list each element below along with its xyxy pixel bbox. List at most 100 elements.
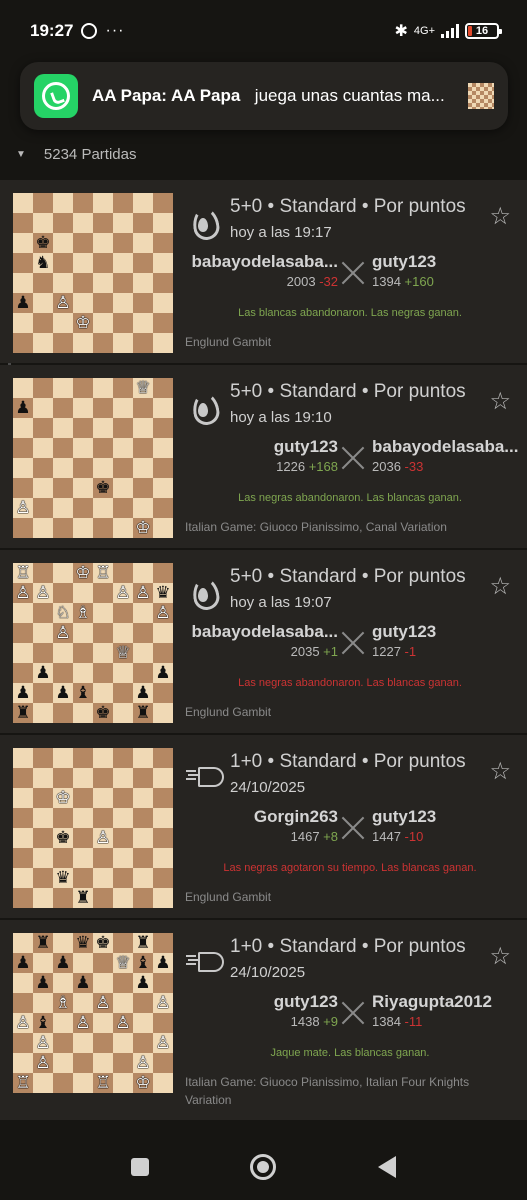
chess-piece: ♞ xyxy=(35,253,51,273)
bookmark-star-icon[interactable]: ☆ xyxy=(489,572,511,601)
board-thumbnail[interactable]: ♔ ♚ ♙ ♛ ♜ xyxy=(13,748,173,908)
games-count-toggle[interactable]: ▼ 5234 Partidas xyxy=(16,142,136,166)
chess-piece: ♙ xyxy=(15,1013,31,1033)
rating-diff: +8 xyxy=(323,829,338,844)
chess-piece: ♔ xyxy=(55,788,71,808)
player-name[interactable]: guty123 xyxy=(372,252,436,272)
recents-button[interactable] xyxy=(130,1158,149,1176)
chess-piece: ♙ xyxy=(115,583,131,603)
chess-piece: ♖ xyxy=(95,1073,111,1093)
game-date: 24/10/2025 xyxy=(230,964,306,981)
player-rating: 1226 xyxy=(276,459,306,474)
chess-piece: ♝ xyxy=(135,953,151,973)
board-thumbnail[interactable]: ♚ ♞ ♟ ♙ ♔ xyxy=(13,193,173,353)
chess-piece: ♜ xyxy=(15,703,31,723)
chess-piece: ♘ xyxy=(55,603,71,623)
black-player[interactable]: babayodelasaba... 2036 -33 xyxy=(372,437,518,474)
games-count: 5234 Partidas xyxy=(43,145,137,163)
chess-piece: ♙ xyxy=(135,1053,151,1073)
chess-piece: ♙ xyxy=(55,623,71,643)
black-player[interactable]: guty123 1394 +160 xyxy=(372,252,436,289)
chess-piece: ♚ xyxy=(95,478,111,498)
system-nav-bar xyxy=(0,1134,527,1200)
player-name[interactable]: guty123 xyxy=(274,437,338,457)
chess-piece: ♔ xyxy=(135,1073,151,1093)
chess-piece: ♛ xyxy=(155,583,171,603)
player-name[interactable]: Gorgin263 xyxy=(254,807,338,827)
player-rating: 2003 xyxy=(286,274,316,289)
bookmark-star-icon[interactable]: ☆ xyxy=(489,942,511,971)
whatsapp-notification[interactable]: AA Papa: AA Papa juega unas cuantas ma..… xyxy=(20,62,508,130)
player-name[interactable]: guty123 xyxy=(372,807,436,827)
board-thumbnail[interactable]: ♕ ♟ ♚ ♙ ♔ xyxy=(13,378,173,538)
chess-avatar-icon xyxy=(468,83,494,109)
rating-diff: -10 xyxy=(404,829,424,844)
white-player[interactable]: Gorgin263 1467 +8 xyxy=(254,807,338,844)
chess-piece: ♔ xyxy=(75,563,91,583)
board-thumbnail[interactable]: ♖ ♔ ♖ ♙ ♙ ♙ ♙ ♛ ♘ ♗ ♙ ♙ ♕ ♟ ♟ ♟ ♟ ♝ ♟ ♜ ♚ ♜ xyxy=(13,563,173,723)
player-rating: 1394 xyxy=(372,274,401,289)
game-card[interactable]: ♔ ♚ ♙ ♛ ♜ 1+0 • Standard • Por puntos 24/10/20… xyxy=(0,735,527,918)
bookmark-star-icon[interactable]: ☆ xyxy=(489,387,511,416)
white-player[interactable]: guty123 1438 +9 xyxy=(274,992,338,1029)
rating-diff: +1 xyxy=(323,644,338,659)
status-bar: 19:27 ··· ✱ 4G+ 16 xyxy=(0,0,527,62)
game-date: hoy a las 19:17 xyxy=(230,224,332,241)
bluetooth-icon: ✱ xyxy=(394,23,408,40)
game-card[interactable]: ♖ ♔ ♖ ♙ ♙ ♙ ♙ ♛ ♘ ♗ ♙ ♙ ♕ ♟ ♟ ♟ ♟ ♝ ♟ ♜ ♚ ♜ 5+0 • Standard • P… xyxy=(0,550,527,733)
opening-name: Englund Gambit xyxy=(185,890,272,904)
chess-piece: ♙ xyxy=(35,1033,51,1053)
notification-sender: AA Papa: xyxy=(92,86,167,105)
player-name[interactable]: babayodelasaba... xyxy=(192,622,338,642)
player-name[interactable]: babayodelasaba... xyxy=(372,437,518,457)
home-button[interactable] xyxy=(250,1154,277,1180)
chess-piece: ♟ xyxy=(155,953,171,973)
player-rating: 1384 xyxy=(372,1014,401,1029)
game-result: Las blancas abandonaron. Las negras gana… xyxy=(238,307,462,319)
game-result: Las negras agotaron su tiempo. Las blanc… xyxy=(223,862,477,874)
player-name[interactable]: guty123 xyxy=(372,622,436,642)
chess-piece: ♚ xyxy=(95,933,111,953)
notification-body: juega unas cuantas ma... xyxy=(254,86,445,105)
opening-name: Englund Gambit xyxy=(185,705,272,719)
rating-diff: -1 xyxy=(404,644,417,659)
bullet-icon xyxy=(185,757,224,793)
chess-piece: ♙ xyxy=(115,1013,131,1033)
chess-piece: ♚ xyxy=(55,828,71,848)
chess-piece: ♙ xyxy=(15,498,31,518)
chess-piece: ♟ xyxy=(135,973,151,993)
white-player[interactable]: babayodelasaba... 2003 -32 xyxy=(192,252,338,289)
chess-piece: ♜ xyxy=(135,703,151,723)
bookmark-star-icon[interactable]: ☆ xyxy=(489,757,511,786)
player-name[interactable]: Riyagupta2012 xyxy=(372,992,492,1012)
rating-diff: -11 xyxy=(404,1014,423,1029)
chess-piece: ♟ xyxy=(15,293,31,313)
notification-text: AA Papa: AA Papa juega unas cuantas ma..… xyxy=(92,86,460,106)
players-row: babayodelasaba... 2035 +1 guty123 1227 -1 xyxy=(180,622,520,666)
white-player[interactable]: guty123 1226 +168 xyxy=(274,437,338,474)
game-card[interactable]: ♕ ♟ ♚ ♙ ♔ 5+0 • Standard • Por puntos hoy a la… xyxy=(0,365,527,548)
chess-piece: ♟ xyxy=(35,663,51,683)
game-card[interactable]: ♚ ♞ ♟ ♙ ♔ 5+0 • Standard • Por puntos hoy a la… xyxy=(0,180,527,363)
player-name[interactable]: babayodelasaba... xyxy=(192,252,338,272)
chess-piece: ♙ xyxy=(15,583,31,603)
white-player[interactable]: babayodelasaba... 2035 +1 xyxy=(192,622,338,659)
back-button[interactable] xyxy=(378,1156,397,1178)
player-name[interactable]: guty123 xyxy=(274,992,338,1012)
game-card[interactable]: ♜ ♛ ♚ ♜ ♟ ♟ ♕ ♝ ♟ ♟ ♟ ♟ ♗ ♙ ♙ ♙ ♝ ♙ ♙ ♙ ♙ ♙ ♙ ♖ ♖ ♔ 1+0 • Standard… xyxy=(0,920,527,1120)
chess-piece: ♕ xyxy=(135,378,151,398)
bookmark-star-icon[interactable]: ☆ xyxy=(489,202,511,231)
chess-piece: ♟ xyxy=(15,683,31,703)
black-player[interactable]: Riyagupta2012 1384 -11 xyxy=(372,992,492,1029)
player-rating: 1467 xyxy=(290,829,320,844)
board-thumbnail[interactable]: ♜ ♛ ♚ ♜ ♟ ♟ ♕ ♝ ♟ ♟ ♟ ♟ ♗ ♙ ♙ ♙ ♝ ♙ ♙ ♙ ♙ ♙ ♙ ♖ ♖ ♔ xyxy=(13,933,173,1093)
games-list: ♚ ♞ ♟ ♙ ♔ 5+0 • Standard • Por puntos hoy a la… xyxy=(0,180,527,1122)
game-date: hoy a las 19:10 xyxy=(230,409,332,426)
black-player[interactable]: guty123 1227 -1 xyxy=(372,622,436,659)
more-notifications-icon: ··· xyxy=(105,22,125,39)
battery-icon: 16 xyxy=(465,23,502,39)
crossed-swords-icon xyxy=(340,445,366,471)
chess-piece: ♙ xyxy=(95,828,111,848)
black-player[interactable]: guty123 1447 -10 xyxy=(372,807,436,844)
chess-piece: ♟ xyxy=(55,683,71,703)
